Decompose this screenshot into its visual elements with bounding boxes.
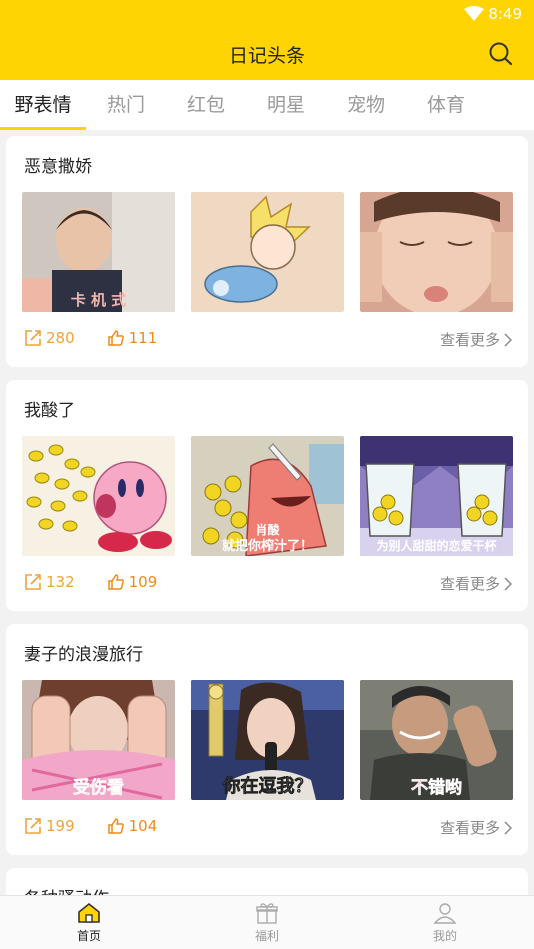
tab-pets[interactable]: 宠物 bbox=[326, 80, 406, 130]
tab-sports[interactable]: 体育 bbox=[406, 80, 486, 130]
lemon-cups-image[interactable]: 为别人甜甜的恋爱干杯 bbox=[360, 436, 513, 556]
chevron-right-icon bbox=[504, 820, 512, 835]
user-icon bbox=[433, 903, 457, 924]
card-title: 我酸了 bbox=[24, 401, 75, 421]
search-icon[interactable] bbox=[488, 41, 514, 67]
status-time: 8:49 bbox=[488, 5, 522, 23]
thumbs-up-icon bbox=[107, 574, 124, 590]
share-count-value: 199 bbox=[46, 817, 75, 835]
chevron-right-icon bbox=[504, 576, 512, 591]
tab-stars[interactable]: 明星 bbox=[246, 80, 326, 130]
toddler-image[interactable]: 卡 机 式 bbox=[22, 192, 175, 312]
view-more-link[interactable]: 查看更多 bbox=[440, 817, 512, 838]
chevron-right-icon bbox=[504, 332, 512, 347]
like-count[interactable]: 111 bbox=[107, 329, 158, 347]
nav-welfare-label: 福利 bbox=[254, 929, 279, 943]
tab-yebiaoqing[interactable]: 野表情 bbox=[0, 80, 86, 130]
home-icon bbox=[78, 902, 100, 923]
wifi-icon bbox=[464, 6, 484, 21]
app-header: 日记头条 bbox=[0, 28, 534, 80]
share-count-value: 280 bbox=[46, 329, 75, 347]
nav-home-label: 首页 bbox=[76, 929, 101, 943]
view-more-label: 查看更多 bbox=[439, 575, 500, 593]
thumb-caption: 为别人甜甜的恋爱干杯 bbox=[376, 539, 497, 553]
share-count-value: 132 bbox=[46, 573, 75, 591]
thumb-caption: 你在逗我？ bbox=[222, 776, 313, 798]
gift-icon bbox=[256, 903, 278, 924]
thumbs-up-icon bbox=[107, 818, 124, 834]
like-count-value: 104 bbox=[128, 817, 158, 835]
like-count-value: 111 bbox=[128, 329, 158, 347]
sticker-pack-card[interactable]: 恶意撒娇 卡 机 式 280 111 查看更多 bbox=[6, 136, 528, 367]
thumbnail-row: 受伤看 你在逗我？ 不错哟 bbox=[22, 680, 513, 800]
cartoon-image[interactable] bbox=[191, 192, 344, 312]
like-count[interactable]: 109 bbox=[107, 573, 158, 591]
tab-hot[interactable]: 热门 bbox=[86, 80, 166, 130]
share-icon bbox=[25, 818, 41, 834]
thumb-caption: 卡 机 式 bbox=[70, 291, 127, 309]
view-more-link[interactable]: 查看更多 bbox=[440, 329, 512, 350]
nav-home[interactable]: 首页 bbox=[0, 896, 178, 949]
card-stats: 199 104 bbox=[24, 817, 189, 835]
tab-red-packet[interactable]: 红包 bbox=[166, 80, 246, 130]
patrick-lemons-image[interactable]: 肖酸 就把你榨汁了！ bbox=[191, 436, 344, 556]
sticker-feed: 恶意撒娇 卡 机 式 280 111 查看更多 我酸了 肖酸 就把你榨汁了！ 为… bbox=[6, 136, 528, 921]
thumbnail-row: 肖酸 就把你榨汁了！ 为别人甜甜的恋爱干杯 bbox=[22, 436, 513, 556]
bottom-navigation: 首页 福利 我的 bbox=[0, 895, 534, 949]
thumb-caption: 就把你榨汁了！ bbox=[221, 539, 313, 554]
share-icon bbox=[25, 574, 41, 590]
sticker-pack-card[interactable]: 我酸了 肖酸 就把你榨汁了！ 为别人甜甜的恋爱干杯 132 109 查看更多 bbox=[6, 380, 528, 611]
card-title: 妻子的浪漫旅行 bbox=[24, 645, 143, 665]
share-count[interactable]: 199 bbox=[24, 817, 75, 835]
kirby-lemons-image[interactable] bbox=[22, 436, 175, 556]
card-stats: 280 111 bbox=[24, 329, 189, 347]
thumb-caption: 受伤看 bbox=[73, 778, 125, 799]
like-count-value: 109 bbox=[128, 573, 158, 591]
nav-profile-label: 我的 bbox=[432, 929, 457, 943]
woman-hands-image[interactable]: 受伤看 bbox=[22, 680, 175, 800]
woman-mic-image[interactable]: 你在逗我？ bbox=[191, 680, 344, 800]
sticker-pack-card[interactable]: 妻子的浪漫旅行 受伤看 你在逗我？ 不错哟 199 104 查看更多 bbox=[6, 624, 528, 855]
share-count[interactable]: 132 bbox=[24, 573, 75, 591]
card-stats: 132 109 bbox=[24, 573, 189, 591]
view-more-label: 查看更多 bbox=[439, 331, 500, 349]
child-face-image[interactable] bbox=[360, 192, 513, 312]
nav-profile[interactable]: 我的 bbox=[356, 896, 534, 949]
view-more-label: 查看更多 bbox=[439, 819, 500, 837]
card-title: 恶意撒娇 bbox=[24, 157, 92, 177]
page-title: 日记头条 bbox=[228, 45, 305, 67]
share-icon bbox=[25, 330, 41, 346]
man-clapping-image[interactable]: 不错哟 bbox=[360, 680, 513, 800]
share-count[interactable]: 280 bbox=[24, 329, 75, 347]
status-bar: 8:49 bbox=[0, 0, 534, 28]
like-count[interactable]: 104 bbox=[107, 817, 158, 835]
thumb-caption: 不错哟 bbox=[411, 778, 463, 799]
category-tabs: 野表情 热门 红包 明星 宠物 体育 bbox=[0, 80, 534, 130]
thumbnail-row: 卡 机 式 bbox=[22, 192, 513, 312]
view-more-link[interactable]: 查看更多 bbox=[440, 573, 512, 594]
thumbs-up-icon bbox=[107, 330, 124, 346]
nav-welfare[interactable]: 福利 bbox=[178, 896, 356, 949]
